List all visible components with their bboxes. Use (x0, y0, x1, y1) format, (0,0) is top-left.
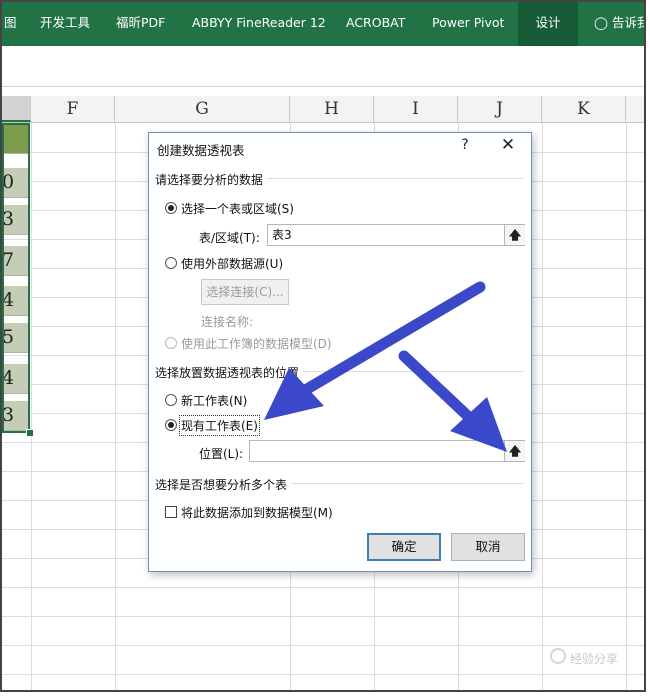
table-range-input[interactable]: 表3 (267, 224, 525, 246)
label-external-source[interactable]: 使用外部数据源(U) (181, 255, 283, 272)
section-choose-location: 选择放置数据透视表的位置 (155, 364, 304, 381)
tab-foxit-pdf[interactable]: 福昕PDF (116, 2, 165, 46)
label-data-model[interactable]: 使用此工作簿的数据模型(D) (181, 335, 332, 352)
radio-external-source[interactable] (165, 257, 177, 269)
tab-tell-me[interactable]: ◯ 告诉我 (594, 2, 646, 46)
section-multiple-tables: 选择是否想要分析多个表 (155, 476, 292, 493)
tab-abbyy[interactable]: ABBYY FineReader 12 (192, 2, 326, 46)
close-button[interactable]: ✕ (497, 135, 519, 155)
label-connection-name: 连接名称: (201, 315, 254, 329)
column-header-row: F G H I J K (2, 96, 644, 123)
label-table-range: 表/区域(T): (199, 231, 260, 245)
tab-partial[interactable]: 图 (4, 2, 17, 46)
column-header-k[interactable]: K (542, 96, 626, 122)
location-picker-up-arrow-icon[interactable]: 🡅 (504, 441, 525, 461)
tab-design[interactable]: 设计 (518, 2, 578, 46)
radio-existing-worksheet[interactable] (165, 419, 177, 431)
label-existing-worksheet[interactable]: 现有工作表(E) (179, 415, 260, 436)
cancel-button[interactable]: 取消 (451, 533, 525, 561)
excel-window: 图 开发工具 福昕PDF ABBYY FineReader 12 ACROBAT… (0, 0, 646, 692)
ribbon-tab-bar: 图 开发工具 福昕PDF ABBYY FineReader 12 ACROBAT… (2, 2, 644, 46)
create-pivot-table-dialog: 创建数据透视表 ? ✕ 请选择要分析的数据 选择一个表或区域(S) 表/区域(T… (148, 132, 532, 572)
label-select-table[interactable]: 选择一个表或区域(S) (181, 200, 294, 217)
column-header-selected[interactable] (2, 96, 31, 122)
choose-connection-button[interactable]: 选择连接(C)... (201, 279, 289, 305)
radio-data-model[interactable] (165, 337, 177, 349)
ok-button[interactable]: 确定 (367, 533, 441, 561)
tab-developer[interactable]: 开发工具 (40, 2, 90, 46)
help-button[interactable]: ? (455, 137, 475, 153)
column-header-h[interactable]: H (290, 96, 374, 122)
column-header-i[interactable]: I (374, 96, 458, 122)
tab-power-pivot[interactable]: Power Pivot (432, 2, 504, 46)
watermark-icon (550, 648, 566, 664)
lightbulb-icon: ◯ (594, 15, 608, 30)
column-header-j[interactable]: J (458, 96, 542, 122)
column-header-g[interactable]: G (115, 96, 290, 122)
checkbox-add-to-data-model[interactable] (165, 506, 177, 518)
fill-handle[interactable] (26, 429, 34, 437)
radio-new-worksheet[interactable] (165, 394, 177, 406)
ribbon-body (2, 46, 644, 87)
tell-me-label: 告诉我 (611, 15, 646, 30)
watermark: 经验分享 (570, 652, 619, 666)
tab-acrobat[interactable]: ACROBAT (346, 2, 405, 46)
label-new-worksheet[interactable]: 新工作表(N) (181, 392, 247, 409)
section-choose-data: 请选择要分析的数据 (155, 171, 268, 188)
column-header-f[interactable]: F (31, 96, 115, 122)
location-input[interactable] (249, 440, 525, 462)
selection-border (2, 123, 30, 433)
dialog-title: 创建数据透视表 (157, 143, 245, 158)
range-picker-up-arrow-icon[interactable]: 🡅 (504, 225, 525, 245)
radio-select-table[interactable] (165, 202, 177, 214)
label-add-to-data-model[interactable]: 将此数据添加到数据模型(M) (181, 504, 333, 521)
label-location: 位置(L): (199, 447, 244, 461)
